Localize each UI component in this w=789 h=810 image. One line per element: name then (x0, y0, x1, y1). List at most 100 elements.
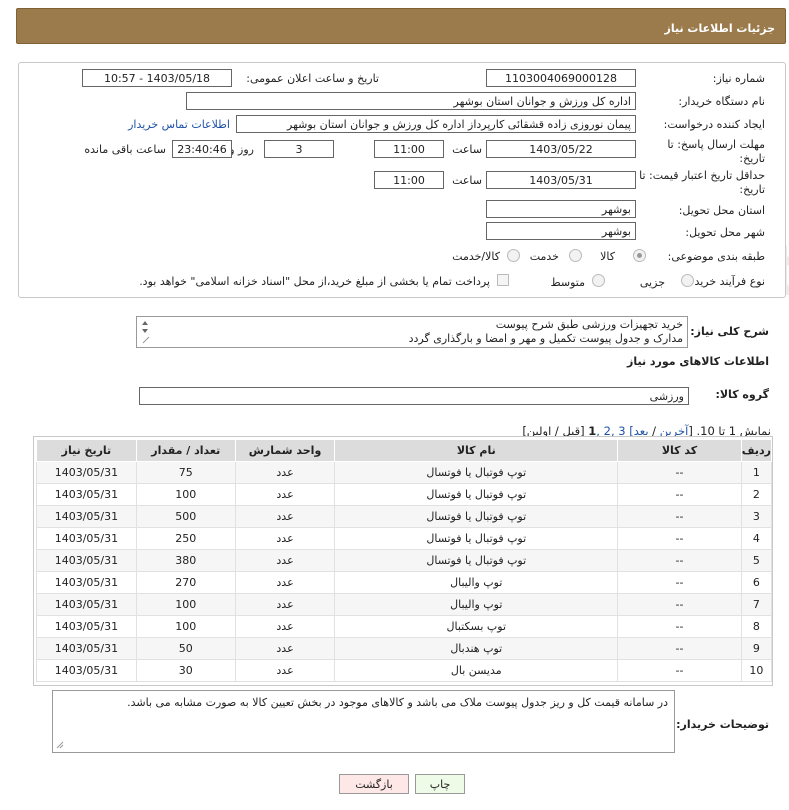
city-label: شهر محل تحویل: (685, 226, 765, 239)
cell-name: توپ بسکتبال (334, 615, 619, 638)
goods-table-header: ردیف کد کالا نام کالا واحد شمارش تعداد /… (36, 439, 773, 462)
cell-code: -- (617, 637, 742, 660)
remaining-time-label: ساعت باقی مانده (84, 143, 166, 156)
cell-date: 1403/05/31 (36, 483, 137, 506)
cell-unit: عدد (234, 593, 336, 616)
cell-unit: عدد (234, 505, 336, 528)
cell-name: توپ والیبال (334, 571, 619, 594)
province-field: بوشهر (486, 200, 636, 218)
page-title: جزئیات اطلاعات نیاز (664, 22, 776, 35)
cell-name: توپ والیبال (334, 593, 619, 616)
category-radio-service[interactable] (569, 249, 582, 262)
buyer-notes-text: در سامانه قیمت کل و ریز جدول پیوست ملاک … (127, 696, 668, 709)
cell-code: -- (617, 461, 742, 484)
treasury-payment-checkbox[interactable] (497, 274, 509, 286)
cell-row-number: 3 (740, 505, 773, 528)
cell-row-number: 9 (740, 637, 773, 660)
col-header-unit: واحد شمارش (234, 439, 336, 462)
cell-code: -- (617, 571, 742, 594)
validity-time-label: ساعت (452, 174, 482, 187)
reply-deadline-label: مهلت ارسال پاسخ: تا تاریخ: (667, 138, 765, 165)
process-radio-minor[interactable] (681, 274, 694, 287)
need-number-label: شماره نیاز: (712, 72, 765, 85)
days-label: روز و (229, 143, 254, 156)
cell-code: -- (617, 615, 742, 638)
cell-row-number: 1 (740, 461, 773, 484)
goods-table: ردیف کد کالا نام کالا واحد شمارش تعداد /… (36, 439, 773, 682)
cell-quantity: 100 (135, 483, 236, 506)
cell-code: -- (617, 527, 742, 550)
reply-date-field: 1403/05/22 (486, 140, 636, 158)
cell-code: -- (617, 549, 742, 572)
cell-quantity: 270 (135, 571, 236, 594)
table-row: 1 -- توپ فوتبال یا فوتسال عدد 75 1403/05/31 (36, 461, 773, 484)
buyer-notes-label: توضیحات خریدار: (676, 718, 769, 731)
validity-date-field: 1403/05/31 (486, 171, 636, 189)
contact-info-link[interactable]: اطلاعات تماس خریدار (128, 118, 230, 131)
cell-date: 1403/05/31 (36, 637, 137, 660)
cell-code: -- (617, 593, 742, 616)
cell-quantity: 100 (135, 593, 236, 616)
need-details-panel: شماره نیاز: 1103004069000128 تاریخ و ساع… (18, 62, 786, 298)
cell-unit: عدد (234, 637, 336, 660)
table-row: 2 -- توپ فوتبال یا فوتسال عدد 100 1403/05/31 (36, 483, 773, 506)
cell-name: مدیسن بال (334, 659, 619, 682)
cell-quantity: 500 (135, 505, 236, 528)
need-summary-line1: خرید تجهیزات ورزشی طبق شرح پیوست (495, 318, 683, 331)
cell-name: توپ فوتبال یا فوتسال (334, 461, 619, 484)
cell-quantity: 380 (135, 549, 236, 572)
price-validity-label: حداقل تاریخ اعتبار قیمت: تا تاریخ: (639, 169, 765, 196)
need-summary-textarea[interactable]: خرید تجهیزات ورزشی طبق شرح پیوست مدارک و… (136, 316, 688, 348)
cell-quantity: 250 (135, 527, 236, 550)
city-field: بوشهر (486, 222, 636, 240)
cell-name: توپ فوتبال یا فوتسال (334, 505, 619, 528)
announce-field: 1403/05/18 - 10:57 (82, 69, 232, 87)
category-label: طبقه بندی موضوعی: (667, 250, 765, 263)
validity-time-field: 11:00 (374, 171, 444, 189)
cell-quantity: 50 (135, 637, 236, 660)
table-row: 9 -- توپ هندبال عدد 50 1403/05/31 (36, 637, 773, 660)
process-medium-label: متوسط (550, 276, 585, 289)
creator-field: پیمان نوروزی زاده قشقائی کارپرداز اداره … (236, 115, 636, 133)
table-row: 10 -- مدیسن بال عدد 30 1403/05/31 (36, 659, 773, 682)
goods-section-title: اطلاعات کالاهای مورد نیاز (627, 355, 769, 368)
process-radio-medium[interactable] (592, 274, 605, 287)
cell-name: توپ هندبال (334, 637, 619, 660)
buyer-org-field: اداره کل ورزش و جوانان استان بوشهر (186, 92, 636, 110)
cell-row-number: 8 (740, 615, 773, 638)
col-header-name: نام کالا (334, 439, 619, 462)
cell-row-number: 2 (740, 483, 773, 506)
cell-date: 1403/05/31 (36, 615, 137, 638)
announce-label: تاریخ و ساعت اعلان عمومی: (246, 72, 379, 85)
cell-row-number: 5 (740, 549, 773, 572)
print-button[interactable]: چاپ (415, 774, 465, 794)
goods-table-container: ردیف کد کالا نام کالا واحد شمارش تعداد /… (33, 436, 773, 686)
need-summary-line2: مدارک و جدول پیوست تکمیل و مهر و امضا و … (408, 332, 683, 345)
cell-quantity: 100 (135, 615, 236, 638)
cell-name: توپ فوتبال یا فوتسال (334, 527, 619, 550)
cell-date: 1403/05/31 (36, 571, 137, 594)
need-number-field: 1103004069000128 (486, 69, 636, 87)
col-header-date: تاریخ نیاز (36, 439, 137, 462)
cell-date: 1403/05/31 (36, 593, 137, 616)
process-label: نوع فرآیند خرید : (687, 275, 765, 288)
days-field: 3 (264, 140, 334, 158)
cell-name: توپ فوتبال یا فوتسال (334, 549, 619, 572)
category-radio-goods-service[interactable] (507, 249, 520, 262)
cell-unit: عدد (234, 549, 336, 572)
cell-unit: عدد (234, 483, 336, 506)
creator-label: ایجاد کننده درخواست: (663, 118, 765, 131)
process-minor-label: جزیی (639, 276, 665, 289)
cell-code: -- (617, 659, 742, 682)
resize-grip-icon[interactable] (56, 741, 64, 749)
back-button[interactable]: بازگشت (339, 774, 409, 794)
textarea-scroll-icon[interactable] (140, 319, 150, 345)
col-header-quantity: تعداد / مقدار (135, 439, 236, 462)
remaining-time-field: 23:40:46 (172, 140, 232, 158)
category-radio-goods[interactable] (633, 249, 646, 262)
cell-unit: عدد (234, 615, 336, 638)
need-summary-label: شرح کلی نیاز: (690, 325, 769, 338)
buyer-notes-box: در سامانه قیمت کل و ریز جدول پیوست ملاک … (52, 690, 675, 753)
table-row: 8 -- توپ بسکتبال عدد 100 1403/05/31 (36, 615, 773, 638)
page-header: جزئیات اطلاعات نیاز (16, 8, 786, 44)
